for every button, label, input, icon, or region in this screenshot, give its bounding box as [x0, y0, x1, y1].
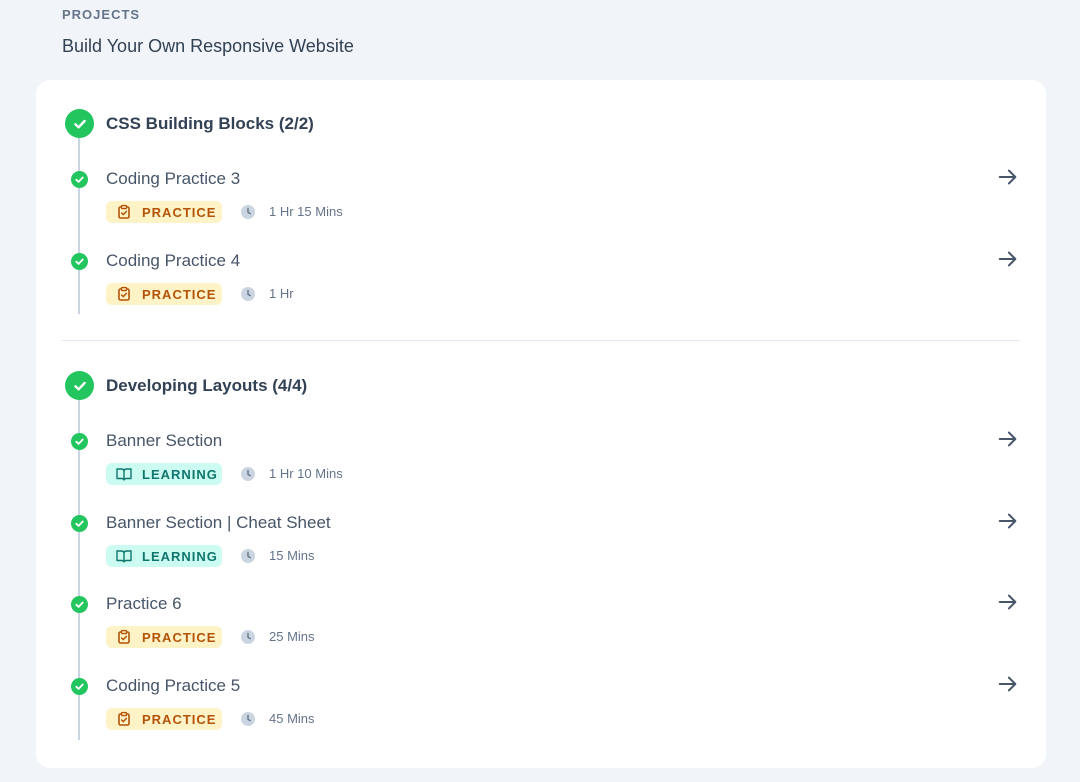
practice-badge: PRACTICE	[106, 201, 222, 223]
check-circle-icon	[65, 371, 94, 400]
project-header: PROJECTS Build Your Own Responsive Websi…	[36, 0, 1046, 80]
duration-text: 25 Mins	[269, 629, 315, 644]
list-item-practice-6[interactable]: Practice 6 PRACTICE 25 Mins	[36, 594, 1046, 678]
item-title[interactable]: Banner Section	[106, 431, 222, 451]
clock-icon	[241, 287, 255, 301]
badge-label: LEARNING	[142, 548, 218, 564]
check-circle-icon	[71, 596, 88, 613]
list-item-coding-practice-4[interactable]: Coding Practice 4 PRACTICE 1 Hr	[36, 251, 1046, 335]
item-title[interactable]: Coding Practice 4	[106, 251, 240, 271]
section-title: Developing Layouts (4/4)	[106, 376, 308, 395]
item-title[interactable]: Banner Section | Cheat Sheet	[106, 513, 331, 533]
arrow-right-icon[interactable]	[996, 672, 1020, 696]
clock-icon	[241, 467, 255, 481]
learning-badge: LEARNING	[106, 463, 222, 485]
clipboard-check-icon	[116, 629, 132, 645]
list-item-coding-practice-3[interactable]: Coding Practice 3 PRACTICE 1 Hr 15 Mins	[36, 169, 1046, 253]
badge-label: PRACTICE	[142, 711, 217, 727]
badge-label: LEARNING	[142, 466, 218, 482]
duration-text: 1 Hr 15 Mins	[269, 204, 343, 219]
clock-icon	[241, 630, 255, 644]
arrow-right-icon[interactable]	[996, 590, 1020, 614]
clipboard-check-icon	[116, 286, 132, 302]
clock-icon	[241, 712, 255, 726]
check-circle-icon	[71, 171, 88, 188]
item-title[interactable]: Coding Practice 5	[106, 676, 240, 696]
list-item-banner-section[interactable]: Banner Section LEARNING 1 Hr 10 Mins	[36, 431, 1046, 515]
course-outline-card: CSS Building Blocks (2/2) Coding Practic…	[36, 80, 1046, 768]
check-circle-icon	[71, 433, 88, 450]
list-item-banner-section-cheat-sheet[interactable]: Banner Section | Cheat Sheet LEARNING 15…	[36, 513, 1046, 597]
practice-badge: PRACTICE	[106, 708, 222, 730]
duration-text: 1 Hr 10 Mins	[269, 466, 343, 481]
clipboard-check-icon	[116, 204, 132, 220]
check-circle-icon	[71, 678, 88, 695]
item-title[interactable]: Coding Practice 3	[106, 169, 240, 189]
item-title[interactable]: Practice 6	[106, 594, 182, 614]
check-circle-icon	[71, 253, 88, 270]
check-circle-icon	[65, 109, 94, 138]
book-open-icon	[116, 466, 132, 482]
arrow-right-icon[interactable]	[996, 509, 1020, 533]
clock-icon	[241, 549, 255, 563]
badge-label: PRACTICE	[142, 629, 217, 645]
arrow-right-icon[interactable]	[996, 165, 1020, 189]
duration-text: 45 Mins	[269, 711, 315, 726]
clipboard-check-icon	[116, 711, 132, 727]
badge-label: PRACTICE	[142, 286, 217, 302]
eyebrow-label: PROJECTS	[62, 7, 141, 22]
learning-badge: LEARNING	[106, 545, 222, 567]
badge-label: PRACTICE	[142, 204, 217, 220]
arrow-right-icon[interactable]	[996, 427, 1020, 451]
clock-icon	[241, 205, 255, 219]
section-divider	[62, 340, 1020, 341]
section-title: CSS Building Blocks (2/2)	[106, 114, 314, 133]
practice-badge: PRACTICE	[106, 626, 222, 648]
list-item-coding-practice-5[interactable]: Coding Practice 5 PRACTICE 45 Mins	[36, 676, 1046, 760]
duration-text: 1 Hr	[269, 286, 294, 301]
practice-badge: PRACTICE	[106, 283, 222, 305]
duration-text: 15 Mins	[269, 548, 315, 563]
project-title: Build Your Own Responsive Website	[62, 36, 354, 56]
arrow-right-icon[interactable]	[996, 247, 1020, 271]
check-circle-icon	[71, 515, 88, 532]
book-open-icon	[116, 548, 132, 564]
